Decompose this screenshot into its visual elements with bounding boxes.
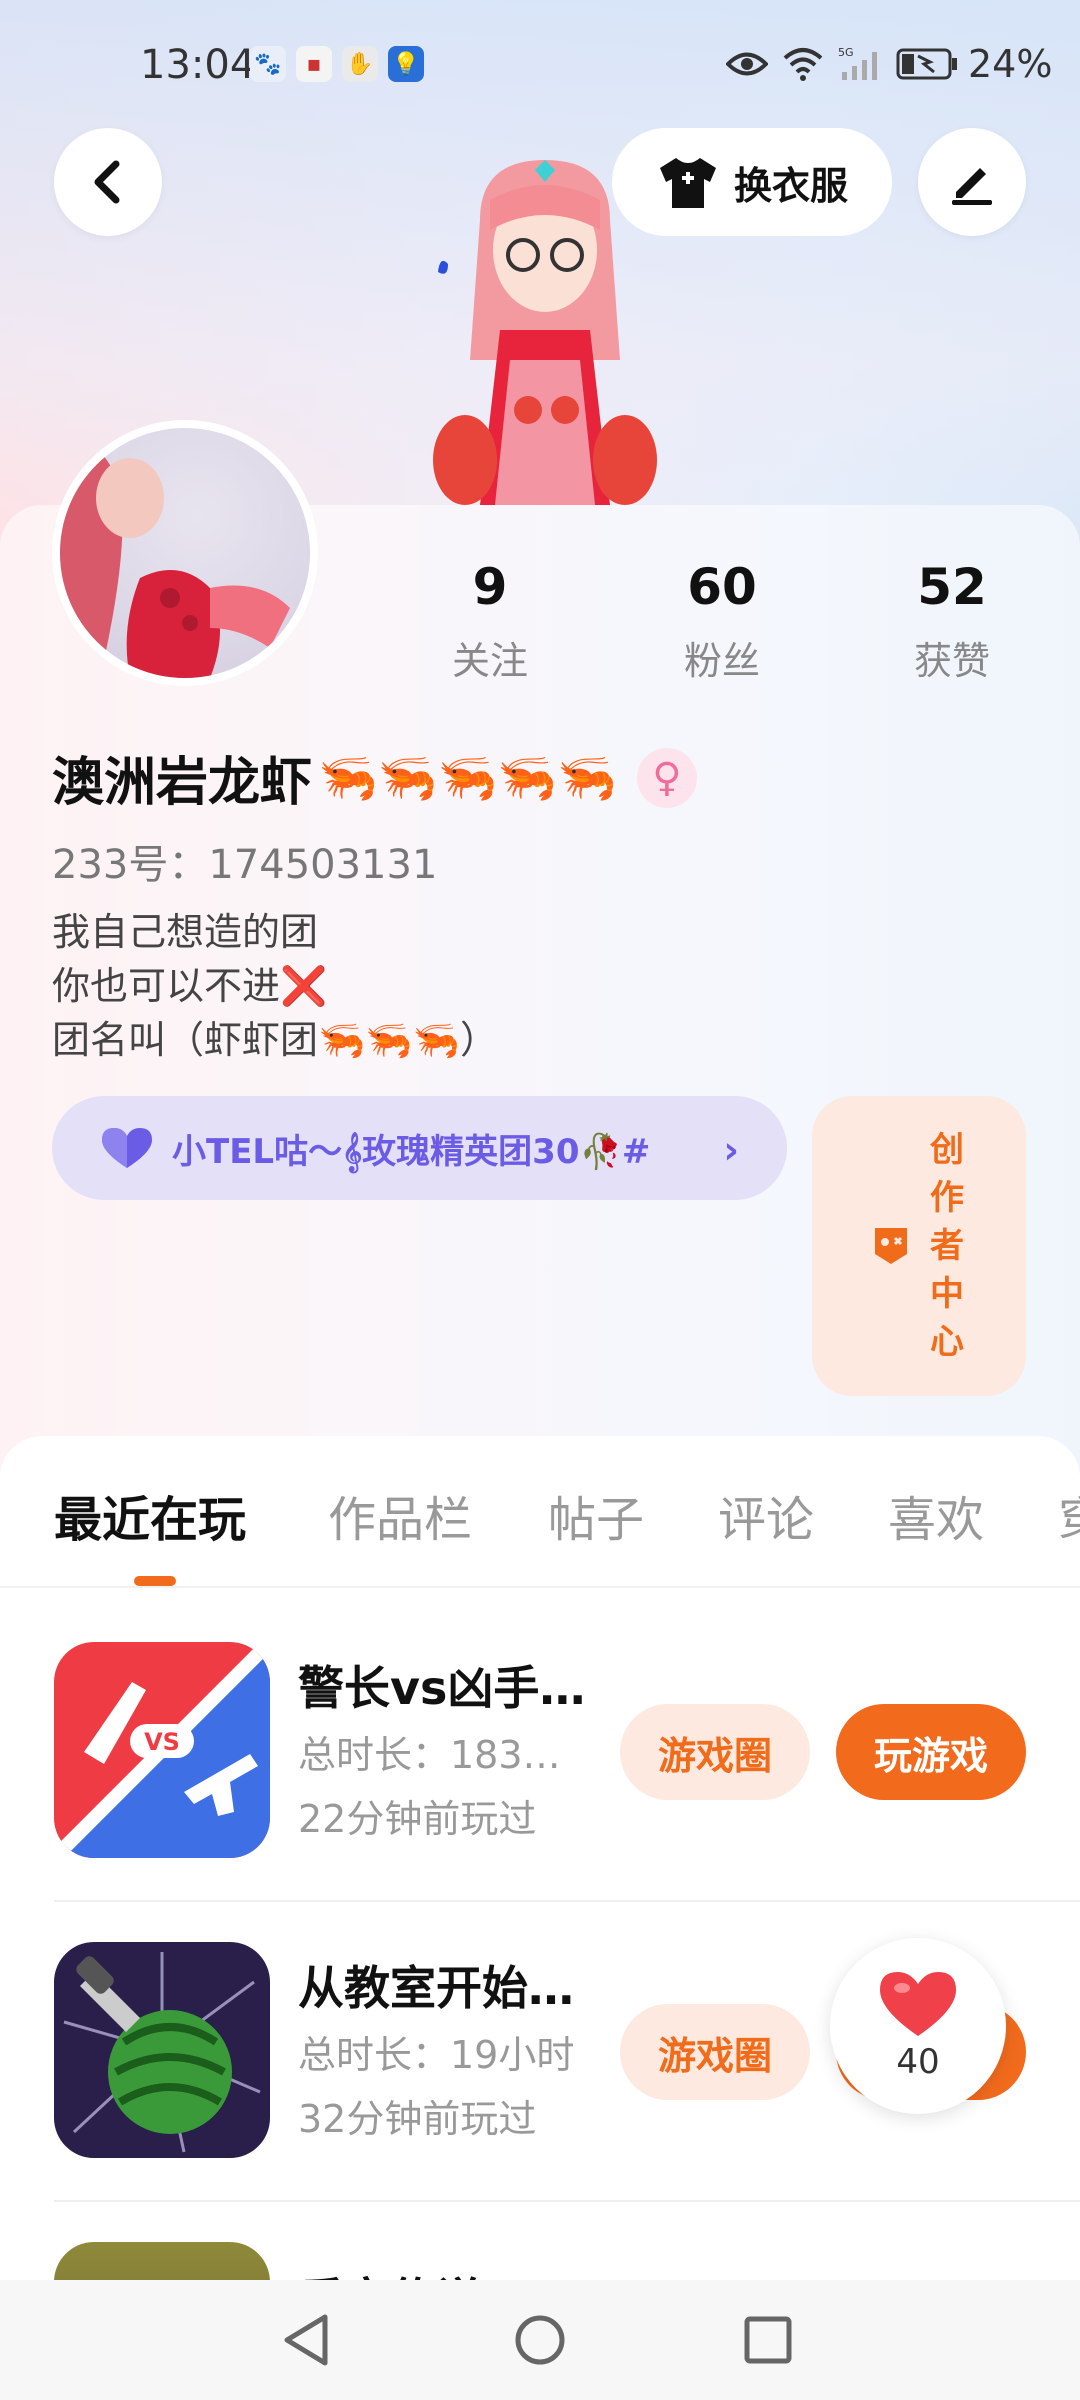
stat-likes[interactable]: 52 获赞 — [882, 558, 1022, 685]
nav-back-button[interactable] — [276, 2310, 336, 2370]
game-last-played: 32分钟前玩过 — [298, 2097, 537, 2141]
tab-outfits[interactable]: 穿 — [1058, 1480, 1080, 1550]
game-title: 警长vs凶手… — [298, 1661, 586, 1715]
game-title: 从教室开始… — [298, 1961, 574, 2015]
group-badge-button[interactable]: 小TEL咕～𝄞玫瑰精英团30🥀# › — [52, 1096, 787, 1200]
heart-icon — [102, 1128, 152, 1168]
creator-center-label: 创作者中心 — [930, 1130, 964, 1362]
likes-label: 获赞 — [913, 639, 990, 683]
avatar-image — [60, 443, 290, 678]
creator-center-button[interactable]: 创作者中心 — [812, 1096, 1026, 1396]
tab-likes[interactable]: 喜欢 — [888, 1480, 984, 1550]
likes-count: 52 — [917, 558, 987, 616]
row-divider — [54, 1900, 1080, 1902]
user-id: 233号：174503131 — [52, 842, 438, 888]
tab-works[interactable]: 作品栏 — [328, 1480, 472, 1550]
chevron-left-icon — [94, 160, 120, 204]
following-count: 9 — [472, 558, 508, 616]
game-icon-partial — [54, 2242, 270, 2280]
game-duration: 总时长：183… — [298, 1733, 561, 1777]
active-tab-indicator — [134, 1576, 176, 1586]
followers-label: 粉丝 — [683, 639, 760, 683]
status-time: 13:04 — [140, 42, 256, 88]
status-bar: 13:04 🐾 ▪ ✋ 💡 5G 24% — [0, 0, 1080, 130]
stat-followers[interactable]: 60 粉丝 — [652, 558, 792, 685]
heart-icon — [880, 1972, 956, 2036]
eye-icon — [726, 52, 768, 76]
game-icon-watermelon — [54, 1942, 270, 2158]
game-icon-sheriff: VS — [54, 1642, 270, 1858]
nickname: 澳洲岩龙虾 🦐🦐🦐🦐🦐 ♀ — [52, 740, 697, 815]
row-divider — [54, 2200, 1080, 2202]
bio: 我自己想造的团 你也可以不进❌ 团名叫（虾虾团🦐🦐🦐） — [52, 905, 498, 1067]
battery-percent: 24% — [968, 42, 1053, 86]
profile-screen: 13:04 🐾 ▪ ✋ 💡 5G 24% 换衣服 9 关注 60 粉丝 52 获… — [0, 0, 1080, 2400]
signal-icon: 5G — [838, 46, 877, 80]
square-recents-icon — [744, 2316, 792, 2364]
nickname-emoji: 🦐🦐🦐🦐🦐 — [318, 750, 617, 806]
game-circle-button[interactable]: 游戏圈 — [620, 2004, 810, 2100]
battery-icon — [896, 48, 957, 80]
tab-comments[interactable]: 评论 — [718, 1480, 814, 1550]
gamepad-icon — [875, 1228, 907, 1264]
pencil-icon — [952, 168, 992, 205]
play-game-button[interactable]: 玩游戏 — [836, 1704, 1026, 1800]
game-title: 乐宝传说 — [298, 2264, 482, 2280]
notification-icons: 🐾 ▪ ✋ 💡 — [250, 46, 424, 82]
list-item[interactable]: VS 警长vs凶手… 总时长：183… 22分钟前玩过 游戏圈 玩游戏 — [0, 1642, 1080, 1942]
avatar[interactable] — [52, 420, 318, 686]
wifi-icon — [783, 48, 823, 81]
bio-line: 团名叫（虾虾团🦐🦐🦐） — [52, 1018, 498, 1062]
profile-tabs: 最近在玩 作品栏 帖子 评论 喜欢 穿 — [0, 1480, 1080, 1588]
hand-app-icon: ✋ — [342, 46, 378, 82]
tab-recent[interactable]: 最近在玩 — [54, 1480, 246, 1550]
chevron-right-icon: › — [723, 1128, 739, 1172]
bio-line: 你也可以不进❌ — [52, 964, 328, 1008]
list-item[interactable]: 乐宝传说 — [0, 2242, 1080, 2280]
huawei-app-icon: ▪ — [296, 46, 332, 82]
following-label: 关注 — [451, 639, 528, 683]
bulb-app-icon: 💡 — [388, 46, 424, 82]
game-last-played: 22分钟前玩过 — [298, 1797, 537, 1841]
group-label: 小TEL咕～𝄞玫瑰精英团30🥀# — [172, 1131, 651, 1172]
followers-count: 60 — [687, 558, 757, 616]
svg-text:VS: VS — [144, 1728, 180, 1756]
system-status-icons: 5G — [726, 46, 958, 82]
tab-divider — [0, 1586, 1080, 1588]
circle-home-icon — [515, 2315, 565, 2365]
change-clothes-label: 换衣服 — [733, 163, 848, 208]
like-count: 40 — [896, 2042, 940, 2082]
svg-text:5G: 5G — [838, 46, 854, 59]
edit-profile-button[interactable] — [918, 128, 1026, 236]
avatar-3d-figure — [433, 160, 657, 505]
like-float-button[interactable]: 40 — [830, 1938, 1006, 2114]
bio-line: 我自己想造的团 — [52, 910, 319, 954]
game-circle-button[interactable]: 游戏圈 — [620, 1704, 810, 1800]
baidu-app-icon: 🐾 — [250, 46, 286, 82]
female-icon: ♀ — [636, 747, 697, 808]
triangle-back-icon — [284, 2314, 328, 2366]
stat-following[interactable]: 9 关注 — [420, 558, 560, 685]
game-duration: 总时长：19小时 — [298, 2033, 575, 2077]
nav-recents-button[interactable] — [738, 2310, 798, 2370]
system-nav-bar — [0, 2280, 1080, 2400]
tab-posts[interactable]: 帖子 — [548, 1480, 644, 1550]
nav-home-button[interactable] — [510, 2310, 570, 2370]
nickname-text: 澳洲岩龙虾 — [52, 753, 313, 813]
back-button[interactable] — [54, 128, 162, 236]
